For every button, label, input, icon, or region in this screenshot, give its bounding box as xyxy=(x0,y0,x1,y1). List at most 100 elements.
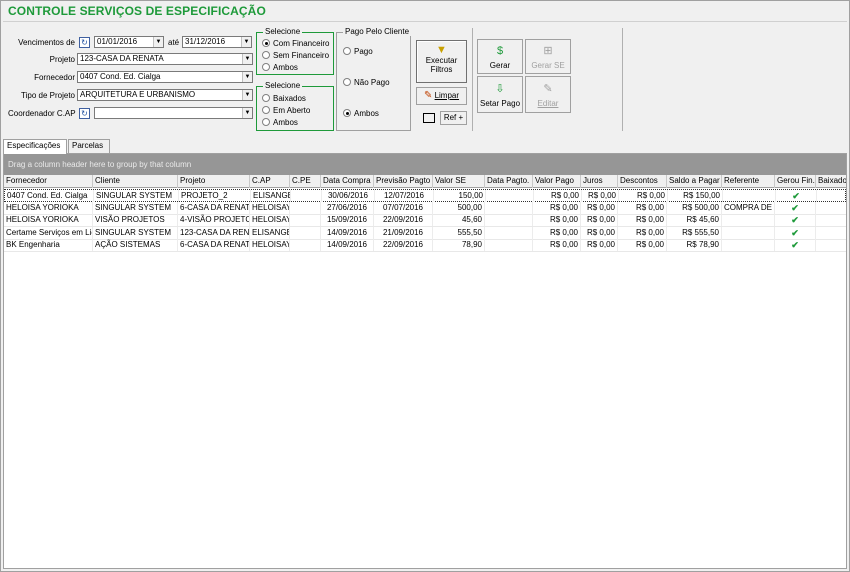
column-header[interactable]: Juros xyxy=(581,175,618,188)
radio-ambos-baixa[interactable]: Ambos xyxy=(262,118,298,127)
eraser-icon: ✎ xyxy=(423,90,433,101)
date-to-field[interactable]: 31/12/2016 ▼ xyxy=(182,36,252,48)
radio-icon xyxy=(262,51,270,59)
data-grid: Drag a column header here to group by th… xyxy=(3,153,847,569)
radio-com-financeiro[interactable]: Com Financeiro xyxy=(262,39,329,48)
table-cell: 500,00 xyxy=(433,201,485,214)
radio-icon xyxy=(262,63,270,71)
coordenador-select[interactable]: ▼ xyxy=(94,107,253,119)
radio-em-aberto[interactable]: Em Aberto xyxy=(262,106,310,115)
table-cell xyxy=(722,214,775,226)
date-to-value: 31/12/2016 xyxy=(185,37,226,46)
table-cell: 0407 Cond. Ed. Cialga xyxy=(5,190,94,202)
tipo-projeto-select[interactable]: ARQUITETURA E URBANISMO ▼ xyxy=(77,89,253,101)
table-cell: R$ 0,00 xyxy=(582,190,619,202)
column-header[interactable]: Baixado xyxy=(816,175,846,188)
tab-parcelas[interactable]: Parcelas xyxy=(68,139,110,153)
table-row[interactable]: HELOISA YORIOKA SINGULAR SYSTEM 6-CASA DA … xyxy=(4,201,846,215)
table-cell xyxy=(485,226,533,239)
radio-icon xyxy=(343,47,351,55)
column-header[interactable]: Referente xyxy=(722,175,775,188)
column-header[interactable]: C.AP xyxy=(250,175,290,188)
table-row[interactable]: BK Engenharia AÇÃO SISTEMAS 6-CASA DA RENA… xyxy=(4,239,846,252)
chevron-down-icon[interactable]: ▼ xyxy=(153,37,163,47)
column-header[interactable]: Valor Pago xyxy=(533,175,581,188)
column-header[interactable]: Cliente xyxy=(93,175,178,188)
button-label: Setar Pago xyxy=(479,99,521,108)
check-icon: ✔ xyxy=(775,226,816,239)
table-cell xyxy=(816,214,846,226)
radio-label: Ambos xyxy=(273,63,298,72)
group-title: Selecione xyxy=(263,81,303,90)
column-header[interactable]: Data Pagto. xyxy=(485,175,533,188)
radio-nao-pago[interactable]: Não Pago xyxy=(343,78,390,87)
radio-baixados[interactable]: Baixados xyxy=(262,94,306,103)
button-label: Limpar xyxy=(434,91,460,100)
radio-label: Sem Financeiro xyxy=(273,51,330,60)
table-cell: 21/09/2016 xyxy=(374,226,433,239)
vertical-divider xyxy=(472,28,473,131)
fornecedor-select[interactable]: 0407 Cond. Ed. Cialga ▼ xyxy=(77,71,253,83)
date-from-field[interactable]: 01/01/2016 ▼ xyxy=(94,36,164,48)
button-label: Executar Filtros xyxy=(425,56,458,74)
chevron-down-icon[interactable]: ▼ xyxy=(242,108,252,118)
table-cell xyxy=(485,201,533,214)
ate-label: até xyxy=(168,38,180,47)
table-cell: SINGULAR SYSTEM xyxy=(93,226,178,239)
column-header[interactable]: Fornecedor xyxy=(4,175,93,188)
gerar-button[interactable]: $ Gerar xyxy=(477,39,523,74)
executar-filtros-button[interactable]: ▼ Executar Filtros xyxy=(416,40,467,83)
calendar-refresh-icon[interactable]: ↻ xyxy=(79,37,90,48)
chevron-down-icon[interactable]: ▼ xyxy=(241,37,251,47)
table-cell: 78,90 xyxy=(433,239,485,251)
funnel-icon: ▼ xyxy=(436,44,447,56)
table-cell: 12/07/2016 xyxy=(375,190,434,202)
page-title: CONTROLE SERVIÇOS DE ESPECIFICAÇÃO xyxy=(8,4,266,18)
table-cell: 45,60 xyxy=(433,214,485,226)
table-cell xyxy=(485,239,533,251)
check-icon: ✔ xyxy=(775,239,816,251)
column-header[interactable]: Data Compra xyxy=(321,175,374,188)
refresh-icon[interactable]: ↻ xyxy=(79,108,90,119)
column-header[interactable]: Previsão Pagto xyxy=(374,175,433,188)
table-cell: HELOISAY xyxy=(252,201,290,214)
selecione-financeiro-group: Selecione Com Financeiro Sem Financeiro … xyxy=(256,27,334,75)
table-cell xyxy=(816,202,846,214)
table-row[interactable]: HELOISA YORIOKA VISÃO PROJETOS 4-VISÃO PRO… xyxy=(4,214,846,227)
table-cell xyxy=(291,190,322,202)
tab-especificacoes[interactable]: Especificações xyxy=(3,139,67,154)
projeto-value: 123-CASA DA RENATA xyxy=(80,54,164,63)
table-cell xyxy=(485,214,533,226)
group-by-panel[interactable]: Drag a column header here to group by th… xyxy=(4,154,846,175)
column-header[interactable]: Saldo a Pagar xyxy=(667,175,722,188)
column-header[interactable]: Valor SE xyxy=(433,175,485,188)
table-cell: R$ 0,00 xyxy=(533,201,581,214)
column-header[interactable]: Descontos xyxy=(618,175,667,188)
ref-plus-button[interactable]: Ref + xyxy=(440,111,467,125)
projeto-select[interactable]: 123-CASA DA RENATA ▼ xyxy=(77,53,253,65)
table-icon xyxy=(423,113,435,123)
chevron-down-icon[interactable]: ▼ xyxy=(242,90,252,100)
table-cell: AÇÃO SISTEMAS xyxy=(93,239,178,251)
grid-header-row: Fornecedor Cliente Projeto C.AP C.PE Data Com… xyxy=(4,175,846,188)
radio-pago[interactable]: Pago xyxy=(343,47,373,56)
column-header[interactable]: Gerou Fin. xyxy=(775,175,816,188)
editar-button[interactable]: ✎ Editar xyxy=(525,76,571,113)
radio-sem-financeiro[interactable]: Sem Financeiro xyxy=(262,51,329,60)
radio-ambos-financeiro[interactable]: Ambos xyxy=(262,63,298,72)
table-cell xyxy=(290,239,321,251)
radio-label: Ambos xyxy=(273,118,298,127)
table-cell: ELISANGE xyxy=(252,226,290,239)
chevron-down-icon[interactable]: ▼ xyxy=(242,54,252,64)
chevron-down-icon[interactable]: ▼ xyxy=(242,72,252,82)
column-header[interactable]: C.PE xyxy=(290,175,321,188)
radio-ambos-pago[interactable]: Ambos xyxy=(343,109,379,118)
column-header[interactable]: Projeto xyxy=(178,175,250,188)
table-cell: R$ 0,00 xyxy=(581,201,618,214)
setar-pago-button[interactable]: ⇩ Setar Pago xyxy=(477,76,523,113)
table-row[interactable]: 0407 Cond. Ed. Cialga SINGULAR SYSTEM PROJ… xyxy=(4,189,846,202)
table-cell xyxy=(816,239,846,251)
table-row[interactable]: Certame Serviços em Lic SINGULAR SYSTEM 12… xyxy=(4,226,846,240)
gerar-se-button[interactable]: ⊞ Gerar SE xyxy=(525,39,571,74)
limpar-button[interactable]: ✎ Limpar xyxy=(416,87,467,105)
